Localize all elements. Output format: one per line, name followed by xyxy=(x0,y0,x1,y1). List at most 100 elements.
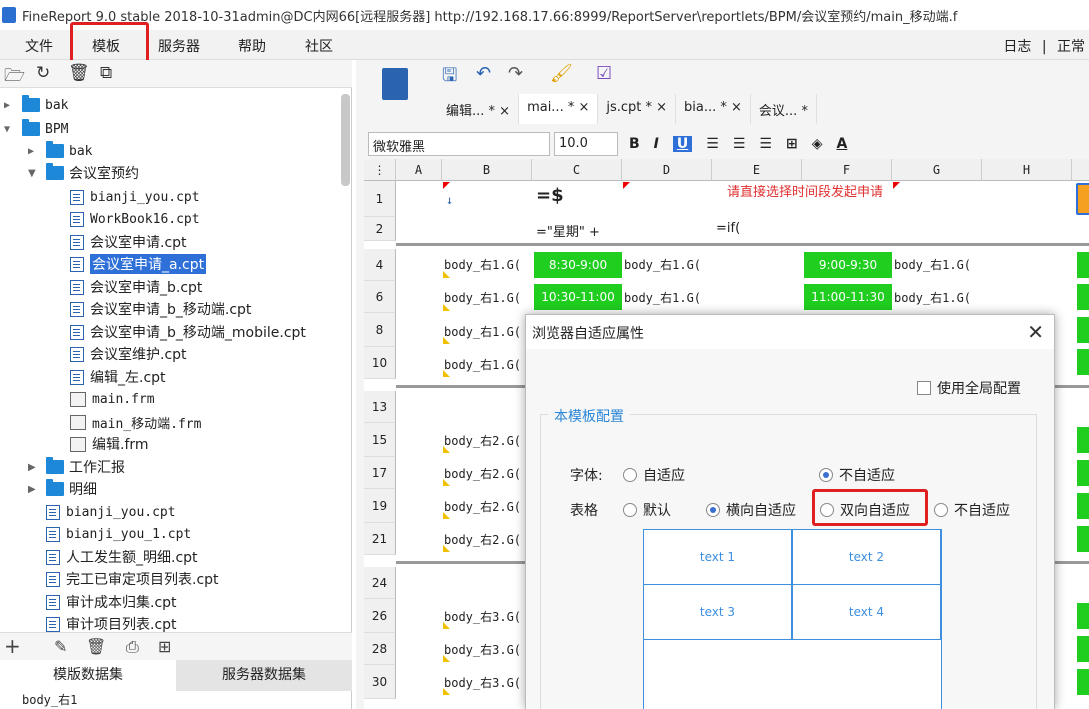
menu-help[interactable]: 帮助 xyxy=(238,36,266,56)
close-icon[interactable]: ✕ xyxy=(1027,320,1044,344)
row-header[interactable]: 17 xyxy=(364,457,396,489)
font-size-select[interactable]: 10.0 xyxy=(554,132,618,156)
border-icon[interactable]: ⊞ xyxy=(786,136,798,152)
row-header[interactable]: 19 xyxy=(364,489,396,523)
row-header[interactable]: 21 xyxy=(364,523,396,555)
tree-item[interactable]: ▶ 工作汇报 xyxy=(28,456,125,478)
row-header[interactable]: 10 xyxy=(364,347,396,379)
editor-tab[interactable]: bia... * × xyxy=(676,94,751,124)
cell-body[interactable]: body_右3.G( xyxy=(444,641,532,658)
time-slot-partial[interactable] xyxy=(1077,493,1089,519)
copy-icon[interactable]: ⧉ xyxy=(100,63,112,83)
font-color-icon[interactable]: A xyxy=(836,136,847,152)
cell-e2[interactable]: =if( xyxy=(716,221,740,236)
undo-icon[interactable]: ↶ xyxy=(476,63,491,84)
cell-c2[interactable]: ="星期" + xyxy=(536,221,600,240)
dataset-item[interactable]: body_右1 xyxy=(0,691,352,709)
align-center-icon[interactable]: ☰ xyxy=(733,136,746,152)
cell-body[interactable]: body_右2.G( xyxy=(444,498,532,515)
menu-log[interactable]: 日志 xyxy=(1003,39,1031,55)
row-header[interactable]: 4 xyxy=(364,249,396,281)
preview-icon[interactable]: ☑ xyxy=(596,63,612,84)
tree-item[interactable]: 人工发生额_明细.cpt xyxy=(46,546,198,568)
editor-tab[interactable]: 会议... * xyxy=(751,94,817,124)
tree-item[interactable]: 会议室申请.cpt xyxy=(70,231,187,253)
cell-body[interactable]: body_右1.G( xyxy=(624,289,712,306)
tree-item[interactable]: main_移动端.frm xyxy=(70,411,201,433)
cell-body[interactable]: body_右1.G( xyxy=(444,256,532,273)
time-slot-partial[interactable] xyxy=(1077,603,1089,629)
time-slot-partial[interactable] xyxy=(1077,284,1089,310)
add-icon[interactable]: + xyxy=(4,634,21,658)
tree-item[interactable]: bianji_you_1.cpt xyxy=(46,523,191,545)
cell-body[interactable]: body_右3.G( xyxy=(444,608,532,625)
dataset-icon[interactable]: ⊞ xyxy=(158,637,171,656)
time-slot-partial[interactable] xyxy=(1077,427,1089,453)
tree-item[interactable]: 会议室申请_b_移动端.cpt xyxy=(70,298,251,320)
cell-body[interactable]: body_右1.G( xyxy=(624,256,712,273)
cell-b1[interactable]: ↓ xyxy=(446,193,453,207)
tree-item[interactable]: ▶ bak xyxy=(28,140,92,162)
row-header[interactable]: 28 xyxy=(364,633,396,665)
column-header[interactable]: C xyxy=(532,159,622,181)
tree-item[interactable]: 完工已审定项目列表.cpt xyxy=(46,568,219,590)
tree-item[interactable]: ▶ bak xyxy=(4,94,68,116)
row-header[interactable]: 13 xyxy=(364,391,396,423)
align-left-icon[interactable]: ☰ xyxy=(706,136,719,152)
row-header[interactable]: 6 xyxy=(364,281,396,313)
delete-icon[interactable]: 🗑 xyxy=(86,637,106,656)
editor-tab-active[interactable]: mai... * × xyxy=(519,94,599,124)
selected-cell-indicator[interactable] xyxy=(1076,183,1089,215)
row-header[interactable]: 2 xyxy=(364,217,396,241)
font-select[interactable]: 微软雅黑 xyxy=(368,132,550,156)
cell-body[interactable]: body_右1.G( xyxy=(444,323,532,340)
tree-item[interactable]: ▶ 明细 xyxy=(28,478,97,500)
column-header[interactable]: B xyxy=(442,159,532,181)
refresh-icon[interactable]: ↻ xyxy=(36,63,50,83)
tree-item[interactable]: ▼ 会议室预约 xyxy=(28,162,139,184)
font-adaptive-radio[interactable]: 自适应 xyxy=(623,465,685,485)
tree-item[interactable]: WorkBook16.cpt xyxy=(70,208,200,230)
cell-body[interactable]: body_右2.G( xyxy=(444,531,532,548)
preview-icon[interactable]: ⎙ xyxy=(126,637,139,657)
template-icon[interactable] xyxy=(382,68,408,100)
row-header[interactable]: 26 xyxy=(364,599,396,633)
tree-item[interactable]: main.frm xyxy=(70,388,155,410)
row-header[interactable]: 30 xyxy=(364,665,396,699)
tab-server-dataset[interactable]: 服务器数据集 xyxy=(176,660,352,691)
checkbox[interactable] xyxy=(917,381,931,395)
column-header[interactable]: H xyxy=(982,159,1072,181)
tree-item[interactable]: bianji_you.cpt xyxy=(46,501,176,523)
time-slot-partial[interactable] xyxy=(1077,460,1089,486)
align-right-icon[interactable]: ☰ xyxy=(759,136,772,152)
editor-tab[interactable]: js.cpt * × xyxy=(598,94,677,124)
tree-item[interactable]: 会议室申请_b_移动端_mobile.cpt xyxy=(70,321,306,343)
row-header[interactable]: 1 xyxy=(364,181,396,217)
use-global-config[interactable]: 使用全局配置 xyxy=(917,378,1021,398)
column-header[interactable]: D xyxy=(622,159,712,181)
tree-item[interactable]: 会议室维护.cpt xyxy=(70,343,187,365)
cell-e1[interactable]: 请直接选择时间段发起申请 xyxy=(716,185,894,217)
column-header[interactable]: A xyxy=(396,159,442,181)
delete-icon[interactable]: 🗑 xyxy=(68,63,90,83)
time-slot-partial[interactable] xyxy=(1077,349,1089,375)
column-header[interactable] xyxy=(1072,159,1089,181)
fill-icon[interactable]: ◈ xyxy=(812,136,823,152)
tree-item-selected[interactable]: 会议室申请_a.cpt xyxy=(70,253,207,275)
tree-item[interactable]: ▼ BPM xyxy=(4,118,68,140)
cell-body[interactable]: body_右2.G( xyxy=(444,432,532,449)
save-icon[interactable]: 🖫 xyxy=(442,63,457,93)
tree-item[interactable]: 编辑.frm xyxy=(70,433,149,455)
font-not-adaptive-radio[interactable]: 不自适应 xyxy=(819,465,895,485)
tab-template-dataset[interactable]: 模版数据集 xyxy=(0,660,176,691)
edit-icon[interactable]: ✎ xyxy=(54,637,67,656)
cell-body[interactable]: body_右1.G( xyxy=(894,256,982,273)
cell-body[interactable]: body_右1.G( xyxy=(894,289,982,306)
column-header[interactable]: G xyxy=(892,159,982,181)
menu-community[interactable]: 社区 xyxy=(305,36,333,56)
tree-item[interactable]: 会议室申请_b.cpt xyxy=(70,276,202,298)
tree-item[interactable]: 审计成本归集.cpt xyxy=(46,591,177,613)
redo-icon[interactable]: ↷ xyxy=(508,63,523,84)
menu-server[interactable]: 服务器 xyxy=(158,36,200,56)
time-slot[interactable]: 11:00-11:30 xyxy=(804,284,892,310)
